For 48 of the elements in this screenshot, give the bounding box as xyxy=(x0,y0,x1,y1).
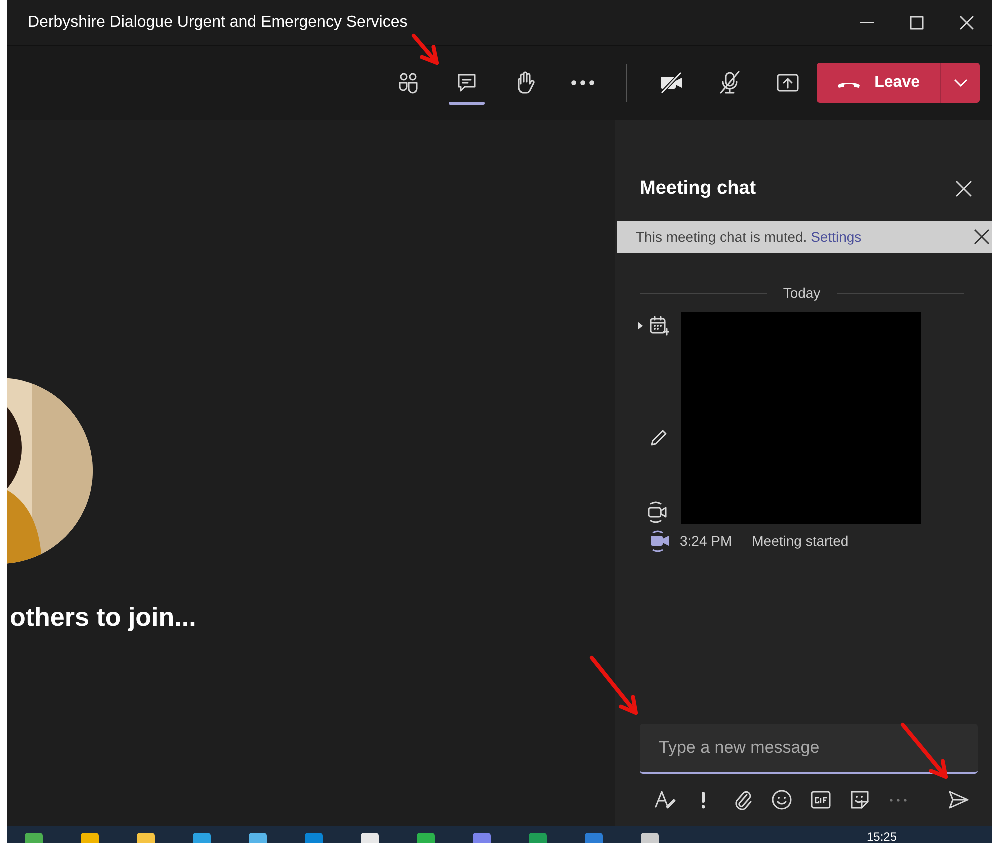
taskbar-app-icon[interactable] xyxy=(529,833,547,843)
sticker-icon xyxy=(848,789,870,811)
pencil-icon xyxy=(649,428,669,448)
gif-icon xyxy=(810,789,832,811)
event-text: Meeting started xyxy=(752,532,849,551)
taskbar-app-icon[interactable] xyxy=(641,833,659,843)
taskbar-app-icon[interactable] xyxy=(137,833,155,843)
message-field[interactable]: Type a new message xyxy=(640,724,978,774)
more-icon xyxy=(570,80,595,86)
taskbar-app-icon[interactable] xyxy=(25,833,43,843)
chat-icon xyxy=(456,72,478,94)
video-icon xyxy=(647,500,669,523)
minimize-icon xyxy=(860,22,874,24)
calendar-icon xyxy=(649,316,669,336)
taskbar-app-icon[interactable] xyxy=(81,833,99,843)
taskbar-app-icon[interactable] xyxy=(417,833,435,843)
panel-title: Meeting chat xyxy=(640,178,756,201)
caret-right-icon xyxy=(638,322,643,330)
waiting-text: others to join... xyxy=(10,601,198,634)
clock-time: 15:25 xyxy=(867,830,898,843)
leave-button[interactable]: Leave xyxy=(816,63,940,103)
camera-off-icon xyxy=(658,72,685,94)
taskbar-app-icon[interactable] xyxy=(193,833,211,843)
microphone-off-icon xyxy=(718,71,741,95)
taskbar-app-icon[interactable] xyxy=(249,833,267,843)
annotation-arrow xyxy=(590,656,638,715)
send-icon xyxy=(948,789,970,811)
exclamation-icon xyxy=(702,791,705,809)
close-icon xyxy=(956,181,972,198)
close-icon xyxy=(974,228,990,245)
taskbar-app-icon[interactable] xyxy=(361,833,379,843)
smiley-icon xyxy=(770,789,792,811)
notice-text: This meeting chat is muted. Settings xyxy=(636,228,862,247)
maximize-icon xyxy=(910,16,924,30)
meeting-video-icon xyxy=(649,530,671,552)
taskbar-app-icon[interactable] xyxy=(473,833,491,843)
people-icon xyxy=(398,72,420,94)
settings-link[interactable]: Settings xyxy=(811,228,862,244)
more-icon xyxy=(890,798,907,802)
annotation-arrow xyxy=(412,34,439,65)
share-icon xyxy=(776,72,800,94)
format-icon xyxy=(654,789,676,811)
chevron-down-icon xyxy=(954,79,968,87)
annotation-arrow xyxy=(901,723,948,779)
window-title: Derbyshire Dialogue Urgent and Emergency Services xyxy=(27,12,409,32)
message-time: 3:24 PM xyxy=(680,532,732,550)
close-icon xyxy=(960,16,974,30)
date-divider: Today xyxy=(783,284,821,303)
